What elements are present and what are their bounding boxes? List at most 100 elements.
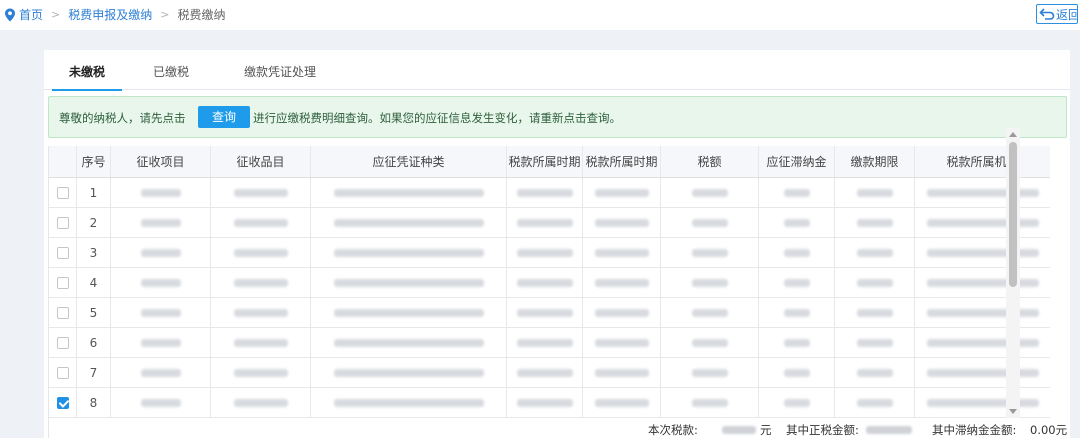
table-scrollbar[interactable] — [1006, 128, 1020, 418]
main-panel: 未缴税 已缴税 缴款凭证处理 尊敬的纳税人，请先点击 查询 进行应缴税费明细查询… — [44, 50, 1070, 438]
redacted-cell — [507, 358, 583, 387]
redacted-value — [926, 368, 1039, 377]
normal-tax-label: 其中正税金额: — [786, 423, 859, 437]
redacted-value — [333, 218, 484, 227]
redacted-value — [691, 398, 728, 407]
redacted-value — [333, 398, 484, 407]
tax-table: 序号 征收项目 征收品目 应征凭证种类 税款所属时期 税款所属时期 税额 应征滞… — [48, 146, 1050, 438]
tab-unpaid[interactable]: 未缴税 — [52, 50, 122, 91]
table-row[interactable]: 4 — [49, 268, 1050, 298]
row-checkbox[interactable] — [56, 366, 69, 379]
redacted-value — [516, 308, 573, 317]
redacted-value — [856, 398, 893, 407]
redacted-cell — [759, 328, 835, 357]
redacted-value — [691, 308, 728, 317]
header-period-end: 税款所属时期 — [583, 146, 661, 177]
header-tax-item: 征收项目 — [111, 146, 211, 177]
redacted-cell — [759, 358, 835, 387]
row-index: 1 — [77, 178, 111, 207]
row-checkbox[interactable] — [56, 216, 69, 229]
redacted-value — [856, 308, 893, 317]
redacted-cell — [759, 238, 835, 267]
table-row[interactable]: 6 — [49, 328, 1050, 358]
redacted-cell — [915, 298, 1050, 327]
row-checkbox[interactable] — [56, 336, 69, 349]
back-button[interactable]: 返回 — [1036, 4, 1078, 24]
table-row[interactable]: 3 — [49, 238, 1050, 268]
row-select-cell — [49, 358, 77, 387]
redacted-value — [926, 308, 1039, 317]
row-index: 4 — [77, 268, 111, 297]
redacted-value — [783, 308, 810, 317]
breadcrumb-home[interactable]: 首页 — [19, 6, 43, 23]
redacted-cell — [915, 238, 1050, 267]
redacted-cell — [311, 268, 507, 297]
redacted-cell — [111, 268, 211, 297]
table-row[interactable]: 7 — [49, 358, 1050, 388]
redacted-cell — [583, 208, 661, 237]
row-select-cell — [49, 268, 77, 297]
redacted-cell — [111, 358, 211, 387]
redacted-value — [691, 188, 728, 197]
redacted-value — [516, 188, 573, 197]
tax-total-label: 本次税款: — [648, 423, 698, 437]
redacted-value — [140, 188, 181, 197]
redacted-value — [333, 338, 484, 347]
notice-text-before: 尊敬的纳税人，请先点击 — [59, 111, 186, 125]
scroll-down-icon[interactable] — [1009, 409, 1017, 414]
row-checkbox[interactable] — [56, 396, 69, 409]
redacted-cell — [507, 178, 583, 207]
redacted-cell — [507, 298, 583, 327]
redacted-cell — [507, 208, 583, 237]
redacted-value — [233, 398, 288, 407]
redacted-cell — [835, 208, 915, 237]
redacted-value — [516, 338, 573, 347]
row-checkbox[interactable] — [56, 246, 69, 259]
redacted-value — [140, 218, 181, 227]
header-tax-authority: 税款所属机关 — [915, 146, 1050, 177]
redacted-cell — [211, 328, 311, 357]
redacted-cell — [111, 178, 211, 207]
table-row[interactable]: 5 — [49, 298, 1050, 328]
redacted-cell — [915, 268, 1050, 297]
row-checkbox[interactable] — [56, 276, 69, 289]
table-row[interactable]: 8 — [49, 388, 1050, 418]
redacted-cell — [661, 298, 759, 327]
redacted-value — [233, 308, 288, 317]
redacted-value — [926, 218, 1039, 227]
normal-tax-value — [866, 426, 912, 434]
redacted-value — [594, 248, 649, 257]
breadcrumb-tax-declaration[interactable]: 税费申报及缴纳 — [68, 6, 152, 23]
redacted-value — [140, 338, 181, 347]
redacted-cell — [661, 178, 759, 207]
redacted-cell — [661, 208, 759, 237]
redacted-value — [691, 338, 728, 347]
row-checkbox[interactable] — [56, 306, 69, 319]
redacted-value — [233, 278, 288, 287]
back-button-label: 返回 — [1056, 7, 1078, 22]
redacted-cell — [661, 238, 759, 267]
tax-total-value — [722, 426, 756, 434]
redacted-value — [140, 368, 181, 377]
redacted-cell — [211, 268, 311, 297]
tab-paid[interactable]: 已缴税 — [136, 50, 206, 90]
table-row[interactable]: 1 — [49, 178, 1050, 208]
redacted-cell — [111, 328, 211, 357]
scroll-up-icon[interactable] — [1009, 132, 1017, 137]
redacted-cell — [507, 268, 583, 297]
table-row[interactable]: 2 — [49, 208, 1050, 238]
scroll-thumb[interactable] — [1009, 142, 1017, 287]
redacted-cell — [583, 328, 661, 357]
redacted-cell — [311, 388, 507, 417]
redacted-value — [783, 188, 810, 197]
redacted-value — [926, 398, 1039, 407]
redacted-cell — [835, 328, 915, 357]
redacted-value — [333, 368, 484, 377]
redacted-cell — [583, 388, 661, 417]
tab-voucher-processing[interactable]: 缴款凭证处理 — [222, 50, 338, 90]
row-checkbox[interactable] — [56, 186, 69, 199]
redacted-value — [856, 218, 893, 227]
query-button[interactable]: 查询 — [198, 106, 250, 128]
redacted-value — [594, 278, 649, 287]
redacted-value — [516, 398, 573, 407]
